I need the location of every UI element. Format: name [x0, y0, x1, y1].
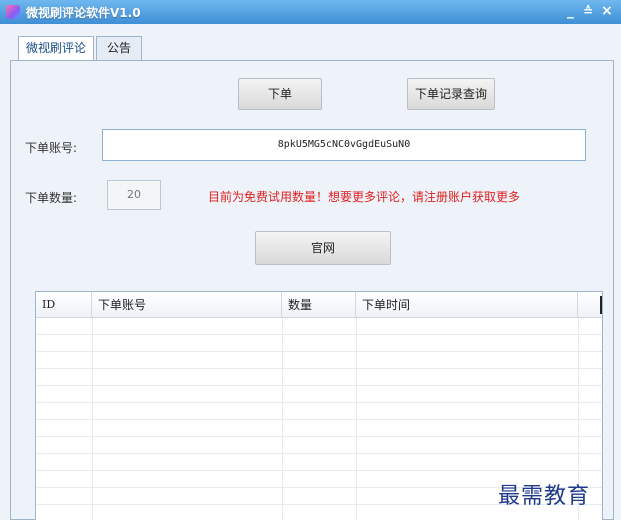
window-title: 微视刷评论软件V1.0 — [26, 6, 141, 20]
table-row — [36, 437, 602, 454]
tab-comment[interactable]: 微视刷评论 — [18, 36, 94, 61]
account-label: 下单账号: — [25, 141, 78, 155]
tab-panel: 下单 下单记录查询 下单账号: 8pkU5MG5cNC0vGgdEuSuN0 下… — [10, 60, 614, 520]
column-resize-handle[interactable] — [600, 296, 602, 314]
table-row — [36, 454, 602, 471]
table-row — [36, 369, 602, 386]
table-row — [36, 420, 602, 437]
quantity-label: 下单数量: — [25, 191, 78, 205]
watermark-text: 最需教育 — [498, 484, 591, 509]
minimize-button[interactable]: _ — [567, 2, 574, 20]
order-history-button[interactable]: 下单记录查询 — [407, 78, 495, 110]
column-header-filler — [578, 292, 602, 318]
website-button[interactable]: 官网 — [255, 231, 391, 265]
close-button[interactable]: × — [601, 2, 613, 20]
maximize-button[interactable]: ≙ — [583, 2, 593, 20]
column-header-quantity[interactable]: 数量 — [282, 292, 356, 318]
table-row — [36, 386, 602, 403]
account-input[interactable]: 8pkU5MG5cNC0vGgdEuSuN0 — [102, 129, 586, 161]
tab-announcement[interactable]: 公告 — [96, 36, 142, 60]
title-bar: 微视刷评论软件V1.0 _ ≙ × — [0, 0, 621, 24]
table-row — [36, 352, 602, 369]
table-row — [36, 318, 602, 335]
main-area: 微视刷评论 公告 下单 下单记录查询 下单账号: 8pkU5MG5cNC0vGg… — [0, 24, 621, 520]
table-row — [36, 335, 602, 352]
table-row — [36, 403, 602, 420]
column-header-id[interactable]: ID — [36, 292, 92, 318]
order-button[interactable]: 下单 — [238, 78, 322, 110]
column-header-time[interactable]: 下单时间 — [356, 292, 578, 318]
app-icon — [6, 5, 20, 19]
trial-notice: 目前为免费试用数量！想要更多评论，请注册账户获取更多 — [208, 190, 521, 204]
table-header: ID 下单账号 数量 下单时间 — [36, 292, 602, 318]
quantity-input[interactable]: 20 — [107, 180, 161, 210]
column-header-account[interactable]: 下单账号 — [92, 292, 282, 318]
